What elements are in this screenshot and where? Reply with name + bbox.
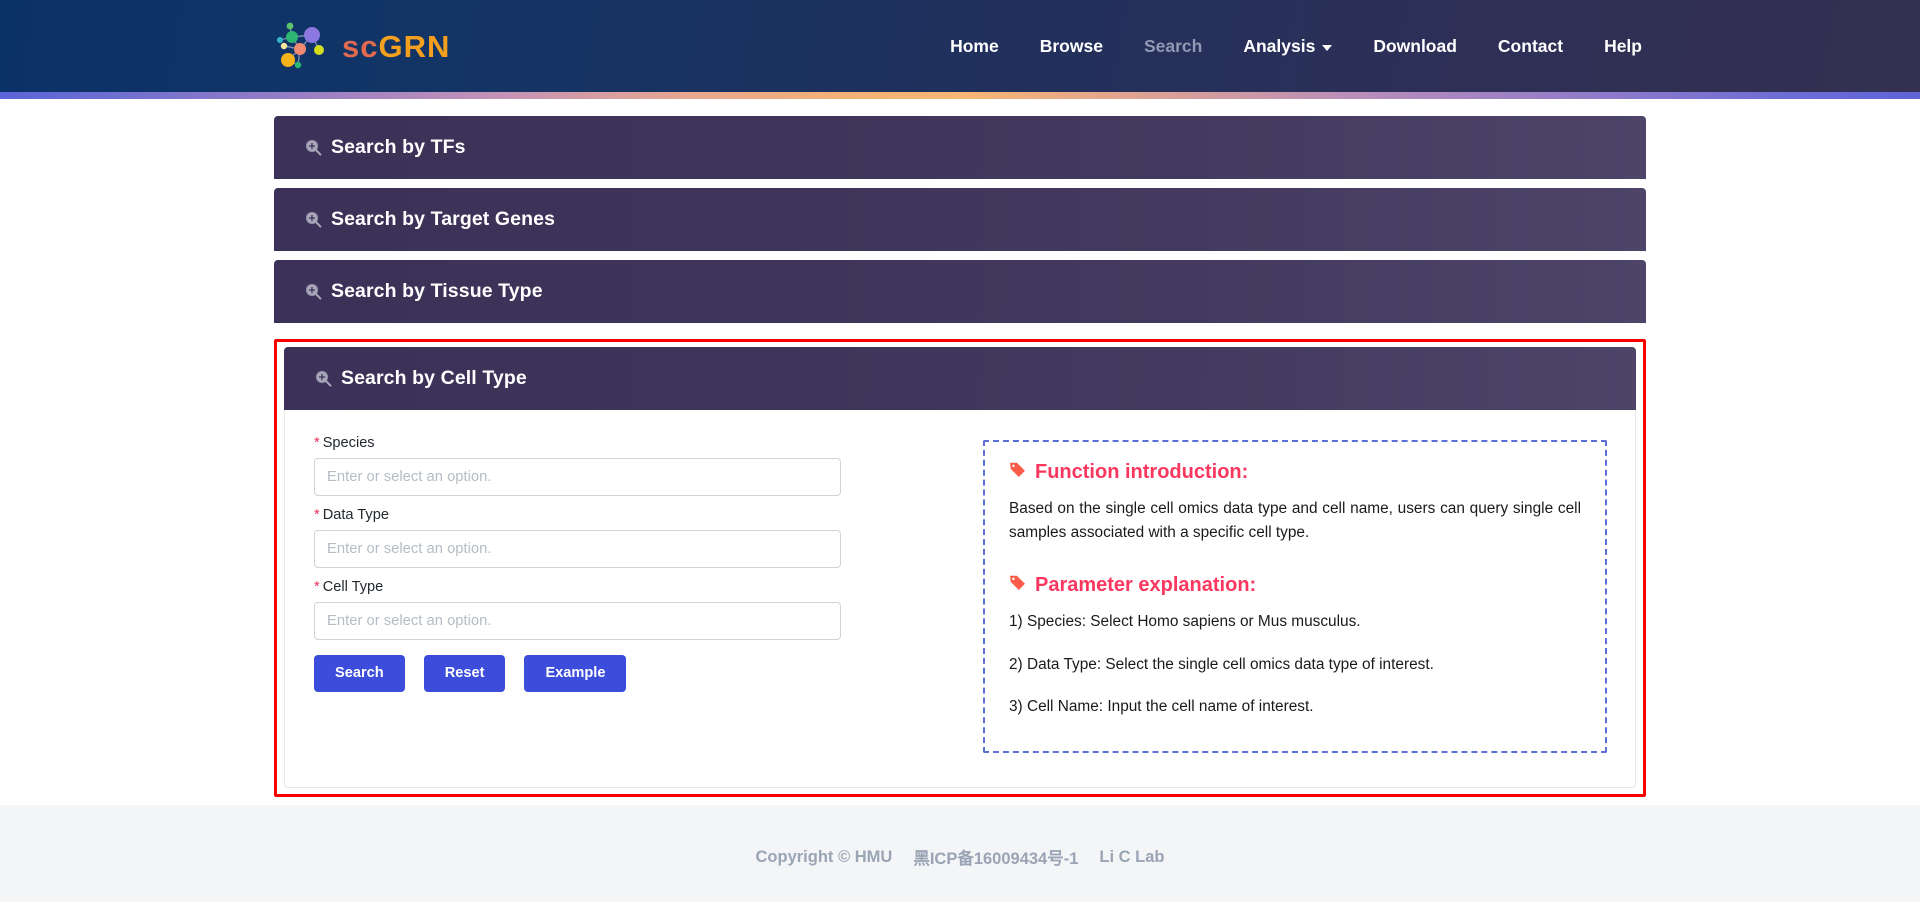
chevron-down-icon	[1322, 45, 1333, 51]
nav-label-home: Home	[950, 35, 999, 56]
search-form: * Species Enter or select an option. * Dat…	[313, 434, 953, 753]
accordion-title-search-by-tfs: Search by TFs	[331, 136, 466, 158]
red-highlight-annotation: Search by Cell Type * Species Enter or se…	[274, 339, 1646, 797]
brand-logo-link[interactable]: scGRN	[276, 20, 450, 72]
field-label-data-type: * Data Type	[314, 506, 953, 525]
footer-copyright: Copyright © HMU	[755, 847, 893, 866]
label-text-cell-type: Cell Type	[322, 578, 384, 595]
accordion-item-search-by-cell-type: Search by Cell Type * Species Enter or se…	[284, 347, 1636, 788]
zoom-in-magnifier-icon	[305, 139, 331, 156]
parameter-explanation-heading: Parameter explanation:	[1009, 574, 1581, 597]
search-button[interactable]: Search	[314, 654, 405, 692]
nav-label-analysis: Analysis	[1243, 35, 1316, 56]
zoom-in-magnifier-icon	[305, 211, 331, 228]
brand-prefix: sc	[342, 28, 379, 64]
nav-item-contact[interactable]: Contact	[1498, 36, 1563, 57]
field-label-cell-type: * Cell Type	[314, 578, 953, 597]
tag-icon	[1009, 461, 1026, 484]
nav-item-help[interactable]: Help	[1604, 36, 1642, 57]
accordion-panel-body: * Species Enter or select an option. * Dat…	[284, 410, 1636, 788]
brand-suffix: GRN	[378, 28, 451, 64]
species-select[interactable]: Enter or select an option.	[314, 457, 841, 496]
species-placeholder: Enter or select an option.	[327, 468, 492, 485]
reset-button[interactable]: Reset	[423, 654, 506, 692]
nav-item-download[interactable]: Download	[1373, 36, 1457, 57]
accordion-header-search-by-tfs[interactable]: Search by TFs	[274, 116, 1646, 179]
required-marker: *	[314, 435, 320, 451]
label-text-species: Species	[322, 435, 375, 451]
example-button[interactable]: Example	[524, 654, 627, 692]
data-type-placeholder: Enter or select an option.	[327, 540, 492, 557]
parameter-item-data-type: 2) Data Type: Select the single cell omi…	[1009, 655, 1434, 673]
accordion-title-search-by-target-genes: Search by Target Genes	[331, 208, 556, 230]
function-introduction-text: Based on the single cell omics data type…	[1009, 500, 1581, 541]
parameter-item-cell-name: 3) Cell Name: Input the cell name of int…	[1009, 697, 1314, 715]
molecule-network-icon	[276, 20, 332, 72]
accordion-header-search-by-cell-type[interactable]: Search by Cell Type	[284, 347, 1636, 410]
brand-wordmark: scGRN	[342, 31, 450, 62]
accordion-container: Search by TFs Search by Target Genes Sea…	[274, 116, 1646, 797]
accordion-title-search-by-cell-type: Search by Cell Type	[341, 367, 527, 389]
accordion-item-search-by-target-genes: Search by Target Genes	[274, 188, 1646, 251]
data-type-select[interactable]: Enter or select an option.	[314, 529, 841, 568]
accordion-item-search-by-tfs: Search by TFs	[274, 116, 1646, 179]
header-gradient-divider	[0, 92, 1920, 99]
site-header: scGRN Home Browse Search Analysis Downlo…	[0, 0, 1920, 92]
cell-type-select[interactable]: Enter or select an option.	[314, 601, 841, 640]
zoom-in-magnifier-icon	[305, 283, 331, 300]
main-navigation: Home Browse Search Analysis Download Con…	[950, 36, 1642, 57]
footer-icp-link[interactable]: 黑ICP备16009434号-1	[913, 845, 1078, 869]
parameter-explanation-title: Parameter explanation:	[1035, 574, 1257, 597]
info-column: Function introduction: Based on the sing…	[983, 434, 1607, 753]
function-introduction-heading: Function introduction:	[1009, 461, 1581, 484]
accordion-header-search-by-target-genes[interactable]: Search by Target Genes	[274, 188, 1646, 251]
nav-label-contact: Contact	[1497, 35, 1564, 56]
nav-label-search: Search	[1143, 35, 1203, 56]
cell-type-placeholder: Enter or select an option.	[327, 612, 492, 629]
footer-lab-link[interactable]: Li C Lab	[1099, 848, 1164, 867]
tag-icon	[1009, 574, 1026, 597]
function-introduction-title: Function introduction:	[1035, 461, 1249, 483]
field-label-species: * Species	[314, 434, 953, 453]
accordion-header-search-by-tissue-type[interactable]: Search by Tissue Type	[274, 260, 1646, 323]
site-footer: Copyright © HMU 黑ICP备16009434号-1 Li C La…	[0, 805, 1920, 902]
nav-label-download: Download	[1373, 35, 1457, 56]
nav-item-search[interactable]: Search	[1144, 36, 1202, 57]
accordion-item-search-by-tissue-type: Search by Tissue Type	[274, 260, 1646, 323]
accordion-title-search-by-tissue-type: Search by Tissue Type	[331, 280, 543, 302]
label-text-data-type: Data Type	[322, 506, 389, 523]
nav-label-browse: Browse	[1039, 35, 1103, 56]
form-button-row: Search Reset Example	[314, 654, 953, 692]
required-marker: *	[314, 578, 320, 595]
parameter-item-species: 1) Species: Select Homo sapiens or Mus m…	[1009, 613, 1361, 631]
nav-label-help: Help	[1604, 35, 1642, 56]
function-info-box: Function introduction: Based on the sing…	[983, 440, 1607, 753]
nav-item-home[interactable]: Home	[950, 36, 999, 57]
required-marker: *	[314, 506, 320, 523]
zoom-in-magnifier-icon	[315, 370, 341, 387]
page-content: Search by TFs Search by Target Genes Sea…	[0, 99, 1920, 805]
nav-item-browse[interactable]: Browse	[1040, 36, 1103, 57]
nav-item-analysis[interactable]: Analysis	[1243, 35, 1333, 57]
